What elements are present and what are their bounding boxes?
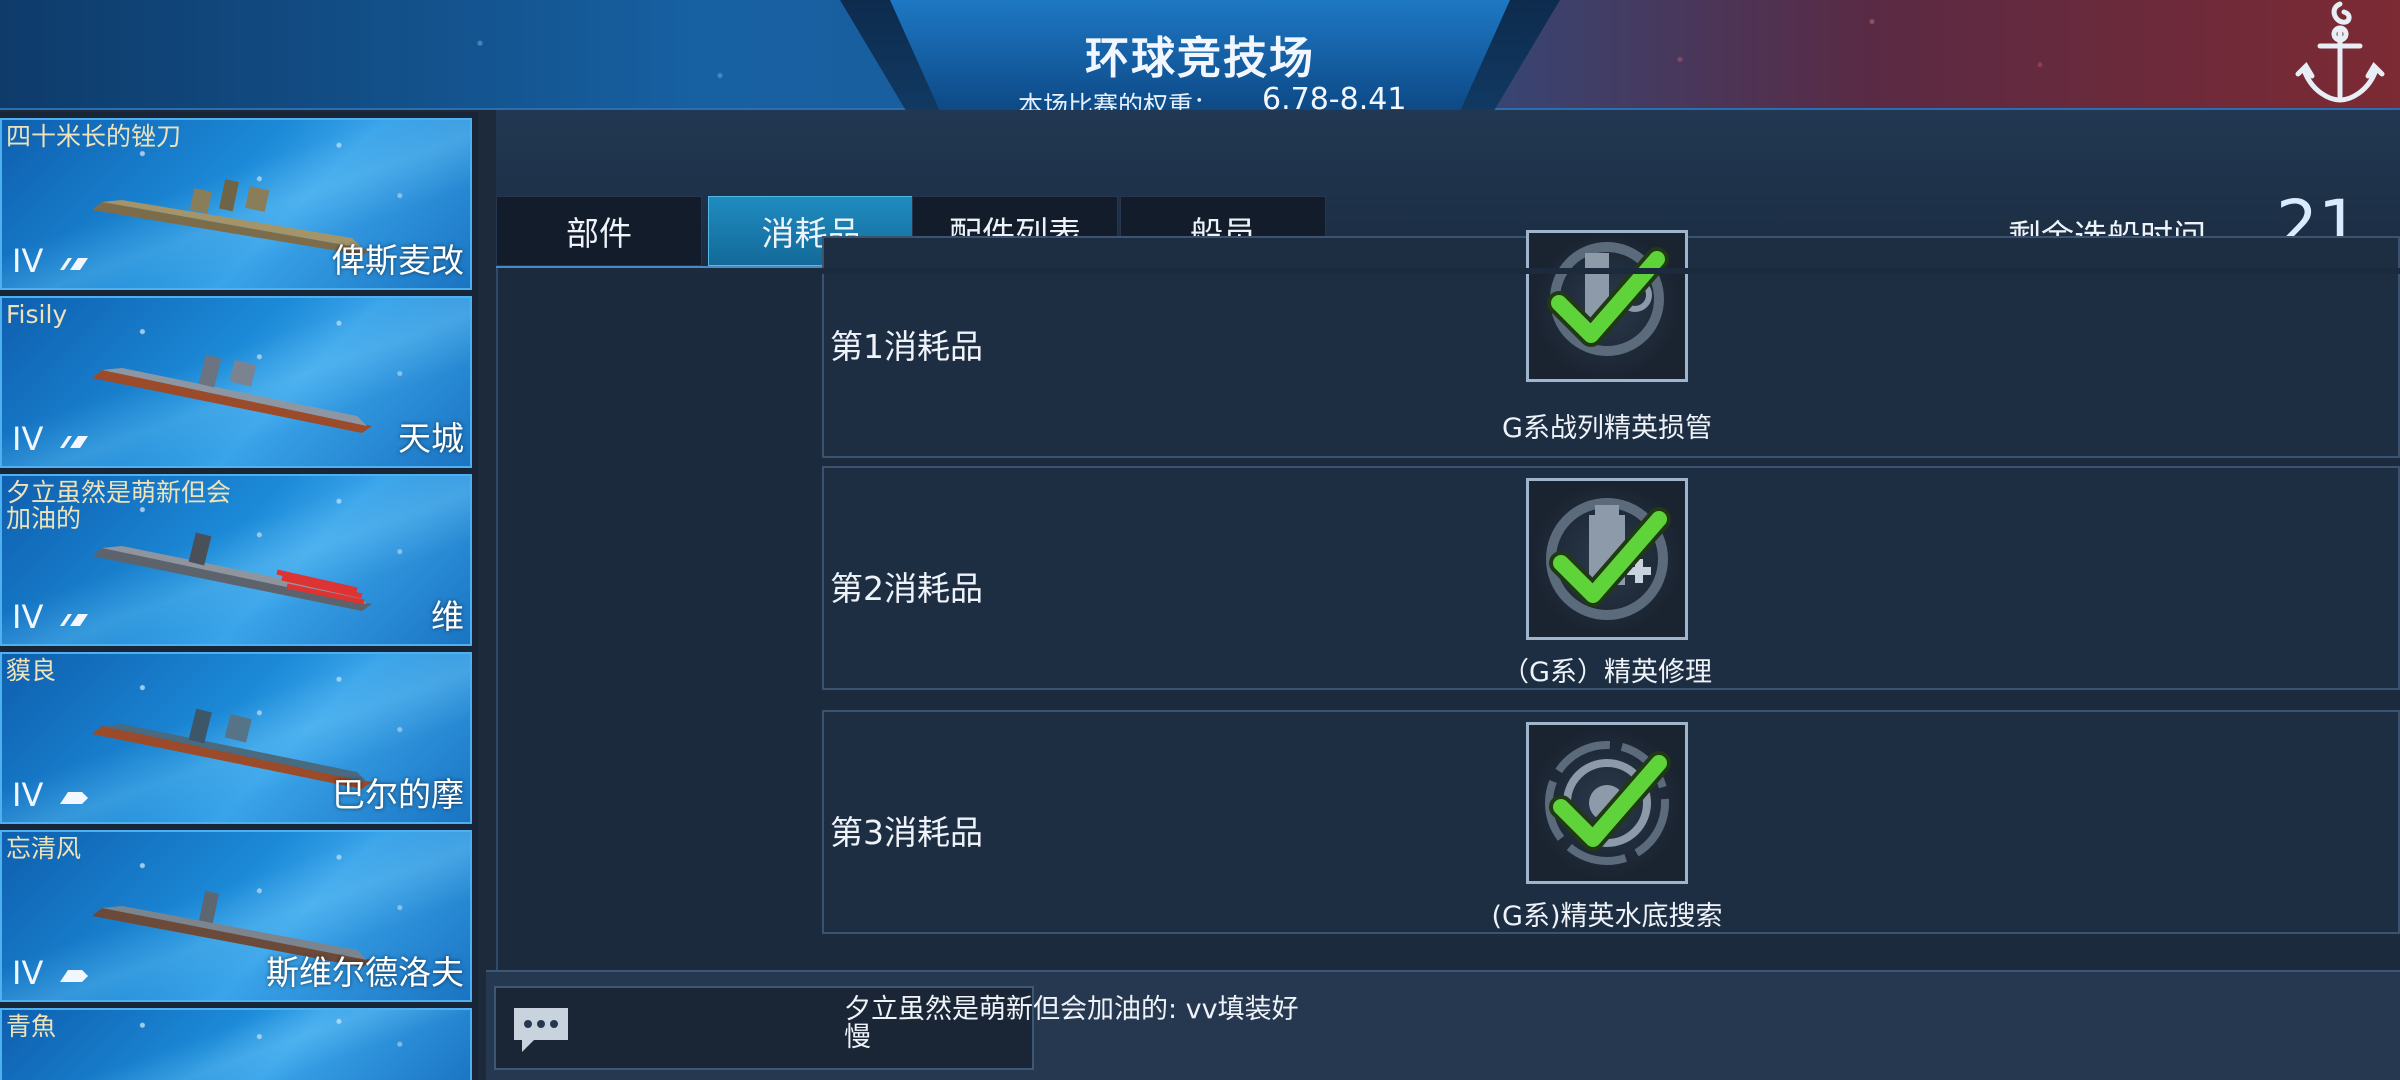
battleship-icon — [60, 258, 88, 270]
slot-label: 第1消耗品 — [830, 327, 983, 366]
ship-tier: IV — [12, 420, 44, 458]
slot-label: 第2消耗品 — [830, 569, 983, 608]
ship-name: 天城 — [398, 419, 464, 458]
ship-tier: IV — [12, 776, 44, 814]
damage-control-icon[interactable] — [1526, 230, 1688, 382]
ship-name: 斯维尔德洛夫 — [266, 953, 464, 992]
repair-icon[interactable] — [1526, 478, 1688, 640]
player-name: 青魚 — [6, 1012, 57, 1041]
ship-card[interactable]: 青魚 — [0, 1008, 472, 1080]
ship-name: 巴尔的摩 — [332, 775, 464, 814]
anchor-icon[interactable] — [2290, 0, 2390, 110]
item-name: G系战列精英损管 — [1502, 413, 1712, 444]
page-title: 环球竞技场 — [1085, 33, 1315, 84]
hydroacoustic-search-icon[interactable] — [1526, 722, 1688, 884]
ship-tier: IV — [12, 242, 44, 280]
consumable-slot-2: 第2消耗品 （G系）精英修理 — [822, 466, 2400, 690]
ship-card[interactable]: 貘良 IV 巴尔的摩 — [0, 652, 472, 824]
cruiser-icon — [60, 970, 88, 982]
ship-list: 四十米长的锉刀 IV 俾斯麦改 Fisily IV 天城 夕立虽然是萌新但会加油… — [0, 112, 478, 1080]
chat-message: 夕立虽然是萌新但会加油的: vv填装好慢 — [844, 994, 1299, 1053]
player-name: 四十米长的锉刀 — [6, 122, 182, 151]
battleship-icon — [60, 436, 88, 448]
ship-card[interactable]: 忘清风 IV 斯维尔德洛夫 — [0, 830, 472, 1002]
chat-bubble-icon[interactable] — [510, 1004, 572, 1056]
player-name: 忘清风 — [6, 834, 82, 863]
item-name: （G系）精英修理 — [1502, 657, 1712, 688]
ship-image — [92, 354, 372, 433]
player-name: Fisily — [6, 300, 68, 329]
cruiser-icon — [60, 792, 88, 804]
ship-tier: IV — [12, 954, 44, 992]
item-name: (G系)精英水底搜索 — [1491, 901, 1723, 932]
tab-parts[interactable]: 部件 — [496, 196, 702, 266]
ship-card[interactable]: 夕立虽然是萌新但会加油的 IV 维 — [0, 474, 472, 646]
ship-card[interactable]: 四十米长的锉刀 IV 俾斯麦改 — [0, 118, 472, 290]
battleship-icon — [60, 614, 88, 626]
ship-tier: IV — [12, 598, 44, 636]
ship-image — [92, 532, 372, 611]
slot-label: 第3消耗品 — [830, 813, 983, 852]
consumable-slot-3: 第3消耗品 (G系)精英水底搜索 — [822, 710, 2400, 934]
ship-name: 俾斯麦改 — [332, 241, 464, 280]
ship-name: 维 — [431, 597, 464, 636]
ship-card[interactable]: Fisily IV 天城 — [0, 296, 472, 468]
player-name: 貘良 — [6, 656, 57, 685]
